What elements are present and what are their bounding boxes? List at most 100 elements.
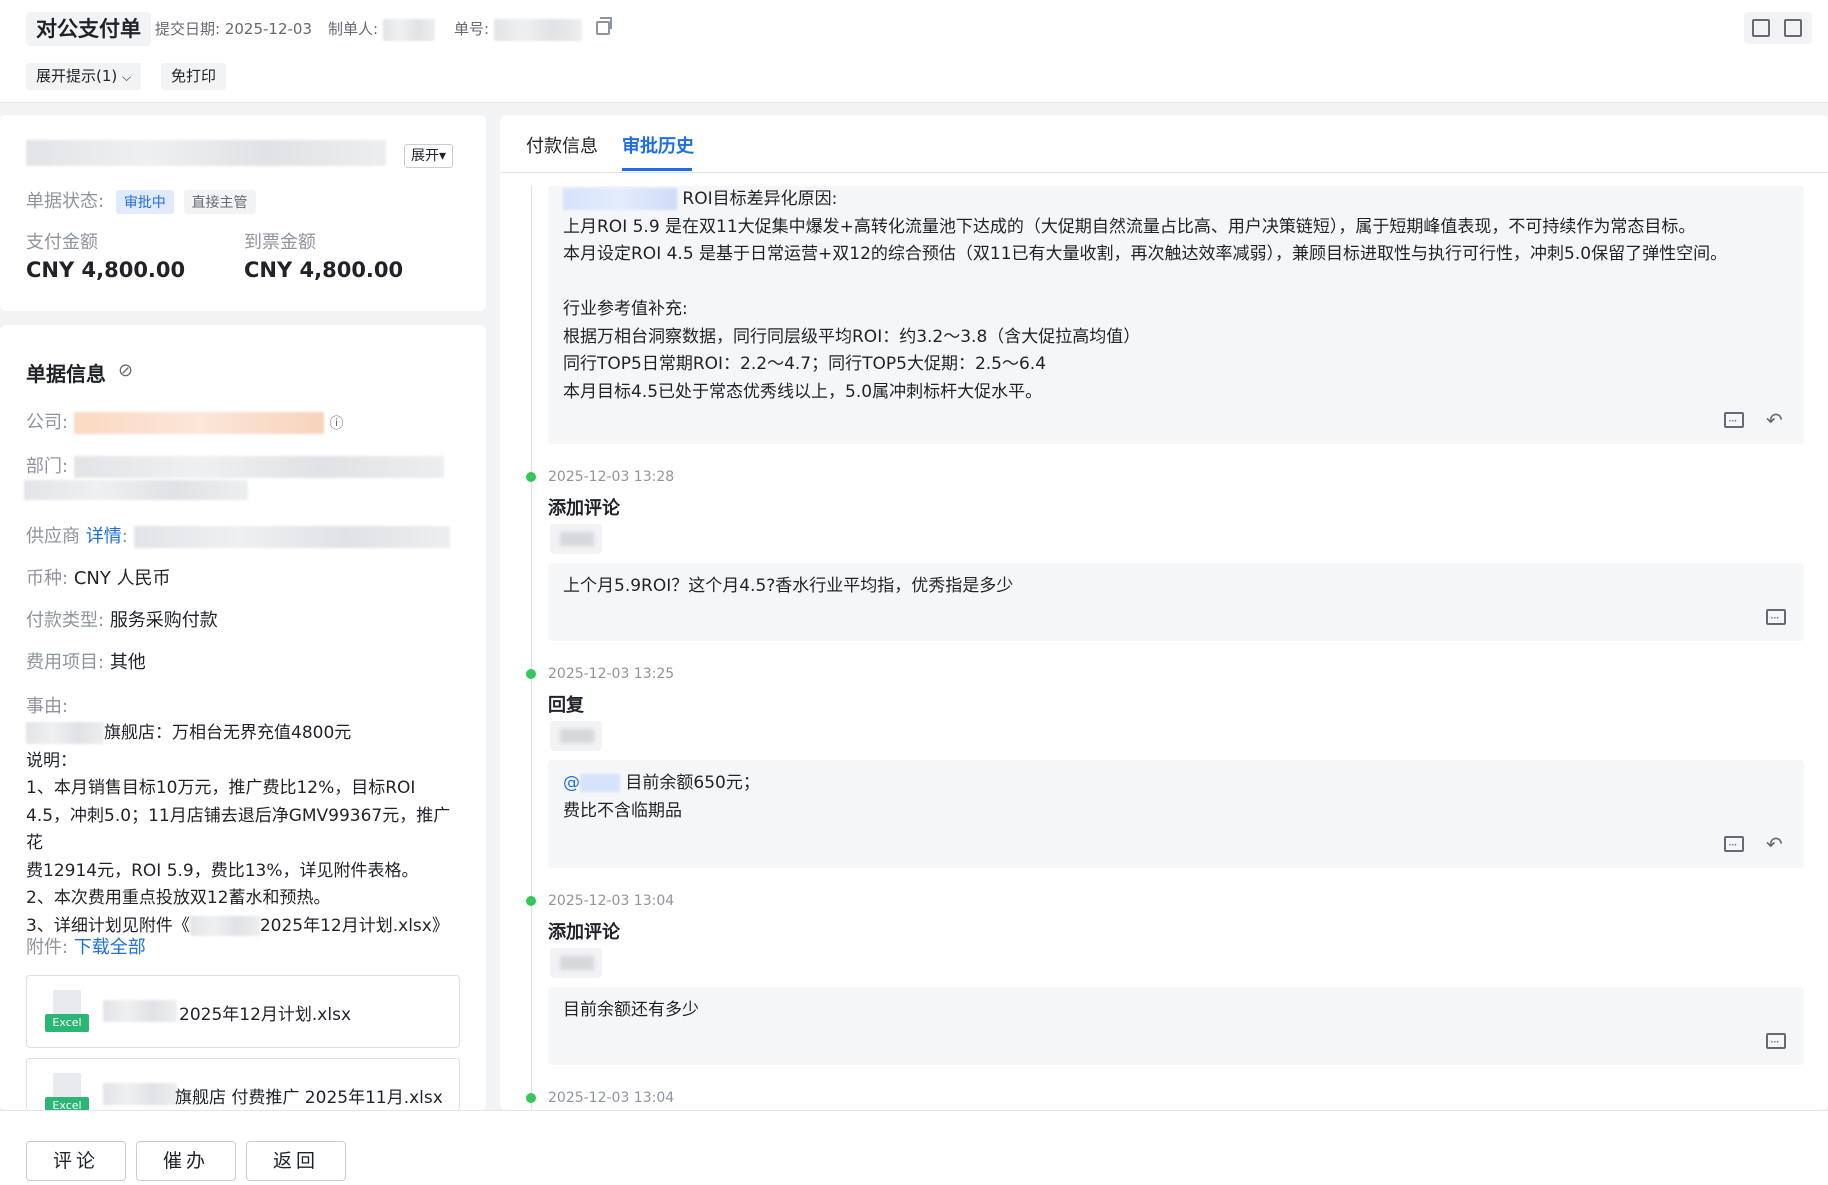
entry-action: 回复 [548, 695, 584, 716]
eye-off-icon[interactable]: ⊘ [118, 360, 133, 381]
reason-line: 旗舰店：万相台无界充值4800元 [26, 720, 462, 748]
active-tab-indicator [622, 168, 692, 171]
timeline-dot [526, 472, 536, 482]
department-label: 部门: [26, 456, 69, 477]
back-button[interactable]: 返回 [246, 1141, 346, 1181]
page-title: 对公支付单 [26, 12, 151, 46]
department-row: 部门: [26, 452, 444, 478]
creator-label: 制单人: [328, 20, 379, 38]
comment-line [563, 269, 1789, 297]
supplier-row: 供应商 详情: [26, 522, 450, 548]
comment-line: 同行TOP5日常期ROI：2.2～4.7；同行TOP5大促期：2.5～6.4 [563, 354, 1047, 374]
reason-line: 4.5，冲刺5.0；11月店铺去退后净GMV99367元，推广花 [26, 805, 451, 854]
tab-divider [500, 172, 1828, 173]
avatar [550, 948, 602, 978]
pay-amount: CNY 4,800.00 [26, 258, 186, 282]
info-icon[interactable]: ⓘ [330, 416, 344, 432]
comment-line: 行业参考值补充: [563, 299, 688, 319]
filename-redacted [103, 1083, 177, 1105]
summary-title-redacted [26, 140, 386, 166]
attachment-name: 旗舰店 付费推广 2025年11月.xlsx [175, 1088, 443, 1108]
company-label: 公司: [26, 412, 69, 433]
reason-text: 旗舰店：万相台无界充值4800元 说明： 1、本月销售目标10万元，推广费比12… [26, 720, 462, 940]
timeline-dot [526, 669, 536, 679]
status-label: 单据状态: [26, 191, 105, 212]
entry-time: 2025-12-03 13:04 [548, 1090, 675, 1106]
timeline-line [531, 186, 532, 1110]
avatar [550, 721, 602, 751]
expense-row: 费用项目: 其他 [26, 648, 146, 674]
comment-button[interactable]: 评论 [26, 1141, 126, 1181]
comment-line: 本月目标4.5已处于常态优秀线以上，5.0属冲刺标杆大促水平。 [563, 381, 1043, 402]
pay-type-row: 付款类型: 服务采购付款 [26, 606, 218, 632]
supplier-detail-link[interactable]: 详情 [86, 526, 122, 547]
expand-button[interactable]: 展开▾ [404, 144, 454, 168]
entry-action: 添加评论 [548, 498, 620, 519]
currency-value: CNY 人民币 [73, 568, 171, 589]
expense-label: 费用项目: [26, 652, 105, 673]
doc-info-title: 单据信息 [26, 362, 106, 386]
submit-date-label: 提交日期: [155, 20, 221, 38]
entry-action: 添加评论 [548, 922, 620, 943]
comment-line: 根据万相台洞察数据，同行同层级平均ROI：约3.2～3.8（含大促拉高均值） [563, 326, 1141, 347]
pay-amount-label: 支付金额 [26, 232, 98, 253]
status-row: 单据状态: 审批中 直接主管 [26, 187, 256, 214]
attachment-card[interactable]: Excel 2025年12月计划.xlsx [26, 975, 460, 1048]
excel-file-icon: Excel [45, 990, 89, 1034]
filename-redacted [103, 1000, 177, 1022]
attachments-label: 附件: [26, 937, 69, 958]
comment-line: @ 目前余额650元； [563, 773, 760, 793]
pay-type-label: 付款类型: [26, 610, 105, 631]
attachment-name: 2025年12月计划.xlsx [179, 1005, 352, 1025]
excel-file-icon: Excel [45, 1073, 89, 1110]
supplier-label: 供应商 [26, 526, 80, 547]
chevron-down-icon: ⌵ [122, 70, 132, 84]
attachment-card[interactable]: Excel 旗舰店 付费推广 2025年11月.xlsx [26, 1058, 460, 1110]
reason-line: 1、本月销售目标10万元，推广费比12%，目标ROI [26, 778, 416, 798]
pay-type-value: 服务采购付款 [109, 610, 218, 631]
comment-box: 上个月5.9ROI？这个月4.5?香水行业平均指，优秀指是多少 [548, 563, 1804, 641]
full-view-icon[interactable] [1784, 19, 1802, 37]
entry-time: 2025-12-03 13:04 [548, 893, 675, 909]
comment-box: ROI目标差异化原因: 上月ROI 5.9 是在双11大促集中爆发+高转化流量池… [548, 186, 1804, 444]
comment-icon[interactable] [1766, 605, 1786, 633]
company-redacted [73, 412, 324, 434]
download-all-link[interactable]: 下载全部 [74, 937, 146, 958]
expense-value: 其他 [109, 652, 146, 673]
creator-redacted [382, 18, 435, 41]
doc-number-redacted [493, 18, 582, 41]
supplier-redacted [133, 526, 450, 548]
no-print-button[interactable]: 免打印 [161, 63, 227, 90]
tab-approval-history[interactable]: 审批历史 [622, 132, 694, 158]
reason-label: 事由: [26, 696, 69, 717]
caret-down-icon: ▾ [439, 148, 447, 164]
reply-icon[interactable]: ↶ [1766, 834, 1786, 854]
doc-number: 单号: [454, 18, 582, 41]
status-badge: 审批中 [115, 190, 174, 214]
invoice-amount-label: 到票金额 [244, 232, 316, 253]
comment-text: 上个月5.9ROI？这个月4.5?香水行业平均指，优秀指是多少 [563, 576, 1014, 596]
expand-tips-button[interactable]: 展开提示(1) ⌵ [26, 63, 142, 90]
comment-line: ROI目标差异化原因: [563, 186, 1789, 214]
copy-icon[interactable] [596, 17, 612, 35]
tab-payment-info[interactable]: 付款信息 [526, 132, 598, 158]
submit-date: 提交日期: 2025-12-03 [155, 18, 312, 39]
attachments-row: 附件: 下载全部 [26, 933, 146, 959]
entry-time: 2025-12-03 13:28 [548, 469, 675, 485]
invoice-amount: CNY 4,800.00 [244, 258, 404, 282]
comment-icon[interactable] [1766, 1029, 1786, 1057]
comment-line: 上月ROI 5.9 是在双11大促集中爆发+高转化流量池下达成的（大促期自然流量… [563, 216, 1696, 237]
comment-line: 本月设定ROI 4.5 是基于日常运营+双12的综合预估（双11已有大量收割，再… [563, 244, 1728, 264]
approver-badge: 直接主管 [183, 190, 256, 214]
reason-line: 2、本次费用重点投放双12蓄水和预热。 [26, 888, 331, 908]
reply-icon[interactable]: ↶ [1766, 410, 1786, 430]
timeline-dot [526, 1093, 536, 1103]
reason-line: 说明： [26, 750, 77, 771]
urge-button[interactable]: 催办 [136, 1141, 236, 1181]
comment-icon[interactable] [1724, 408, 1744, 436]
comment-icon[interactable] [1724, 832, 1744, 860]
layout-switcher [1744, 12, 1812, 44]
mention[interactable]: @ [563, 773, 620, 793]
split-view-icon[interactable] [1752, 19, 1770, 37]
submit-date-value: 2025-12-03 [224, 20, 313, 38]
